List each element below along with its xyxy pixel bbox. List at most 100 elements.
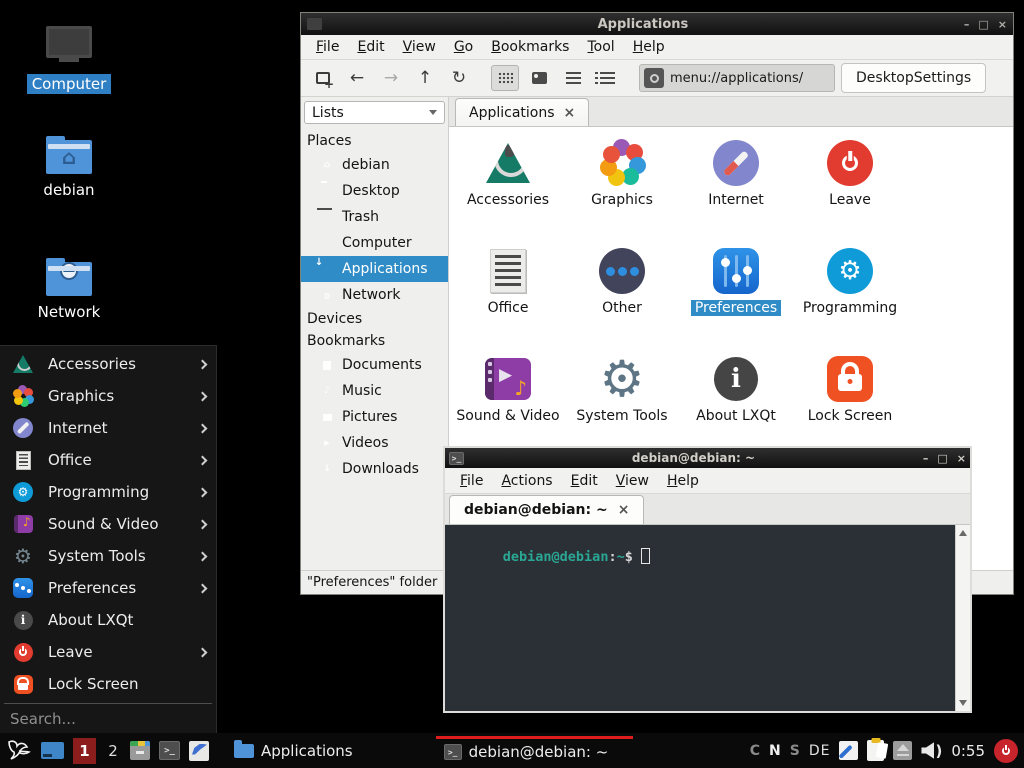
new-tab-button[interactable] bbox=[309, 65, 337, 91]
power-button[interactable] bbox=[994, 739, 1018, 763]
terminal-titlebar[interactable]: >_ debian@debian: ~ – □ × bbox=[445, 448, 970, 468]
menu-item-programming[interactable]: ⚙ Programming bbox=[0, 476, 216, 508]
menu-go[interactable]: Go bbox=[447, 36, 480, 58]
menu-item-system-tools[interactable]: ⚙ System Tools bbox=[0, 540, 216, 572]
menu-file[interactable]: File bbox=[453, 470, 490, 492]
sidebar-mode-dropdown[interactable]: Lists bbox=[304, 101, 445, 124]
sidebar-item-pictures[interactable]: Pictures bbox=[301, 404, 448, 430]
menu-item-about-lxqt[interactable]: i About LXQt bbox=[0, 604, 216, 636]
featherpad-launcher[interactable] bbox=[189, 741, 209, 761]
menu-view[interactable]: View bbox=[396, 36, 443, 58]
sidebar-item-debian[interactable]: ⌂ debian bbox=[301, 152, 448, 178]
removable-media-icon[interactable] bbox=[893, 741, 912, 760]
show-desktop-button[interactable] bbox=[41, 742, 64, 759]
menu-item-leave[interactable]: Leave bbox=[0, 636, 216, 668]
screenshot-tray-icon[interactable] bbox=[839, 741, 858, 760]
maximize-button[interactable]: □ bbox=[978, 18, 988, 31]
up-button[interactable]: ↑ bbox=[411, 65, 439, 91]
app-item-graphics[interactable]: Graphics bbox=[565, 131, 679, 239]
scroll-up-icon[interactable] bbox=[959, 530, 967, 536]
app-item-internet[interactable]: Internet bbox=[679, 131, 793, 239]
scroll-down-icon[interactable] bbox=[959, 700, 967, 706]
sidebar-item-documents[interactable]: Documents bbox=[301, 352, 448, 378]
menu-view[interactable]: View bbox=[609, 470, 656, 492]
menu-item-internet[interactable]: Internet bbox=[0, 412, 216, 444]
tab-applications[interactable]: Applications × bbox=[455, 98, 589, 126]
task-applications[interactable]: Applications bbox=[226, 736, 361, 765]
minimize-button[interactable]: – bbox=[923, 452, 929, 465]
submenu-arrow-icon bbox=[198, 423, 208, 433]
file-manager-launcher[interactable] bbox=[130, 741, 150, 760]
menu-edit[interactable]: Edit bbox=[564, 470, 605, 492]
menu-item-label: Programming bbox=[48, 483, 185, 501]
sidebar-item-downloads[interactable]: ↓ Downloads bbox=[301, 456, 448, 482]
app-item-office[interactable]: Office bbox=[451, 239, 565, 347]
forward-button[interactable]: → bbox=[377, 65, 405, 91]
sidebar-item-trash[interactable]: Trash bbox=[301, 204, 448, 230]
menu-item-office[interactable]: Office bbox=[0, 444, 216, 476]
tab-terminal[interactable]: debian@debian: ~ × bbox=[449, 495, 644, 524]
app-item-other[interactable]: Other bbox=[565, 239, 679, 347]
submenu-arrow-icon bbox=[198, 455, 208, 465]
app-item-leave[interactable]: Leave bbox=[793, 131, 907, 239]
app-item-label: Internet bbox=[708, 192, 764, 208]
app-item-lock-screen[interactable]: Lock Screen bbox=[793, 347, 907, 455]
workspace-2-button[interactable]: 2 bbox=[105, 742, 121, 760]
app-item-about-lxqt[interactable]: i About LXQt bbox=[679, 347, 793, 455]
sidebar-item-computer[interactable]: Computer bbox=[301, 230, 448, 256]
sidebar-item-network[interactable]: ◍ Network bbox=[301, 282, 448, 308]
menu-item-graphics[interactable]: Graphics bbox=[0, 380, 216, 412]
desktop-icon-network[interactable]: Network bbox=[14, 256, 124, 322]
desktop-settings-button[interactable]: DesktopSettings bbox=[841, 63, 986, 93]
menu-help[interactable]: Help bbox=[660, 470, 706, 492]
menu-edit[interactable]: Edit bbox=[350, 36, 391, 58]
menu-tool[interactable]: Tool bbox=[580, 36, 621, 58]
sidebar-item-applications[interactable]: ↓ Applications bbox=[301, 256, 448, 282]
desktop-icon-computer[interactable]: Computer bbox=[14, 26, 124, 94]
terminal-content[interactable]: debian@debian:~$ bbox=[445, 525, 970, 711]
address-bar[interactable]: menu://applications/ bbox=[639, 64, 835, 92]
terminal-launcher[interactable]: >_ bbox=[159, 741, 180, 760]
workspace-1-button[interactable]: 1 bbox=[73, 738, 96, 764]
sidebar-item-music[interactable]: ♪ Music bbox=[301, 378, 448, 404]
keyboard-layout-indicator[interactable]: DE bbox=[809, 743, 831, 759]
minimize-button[interactable]: – bbox=[964, 18, 970, 31]
tab-close-icon[interactable]: × bbox=[564, 105, 576, 121]
terminal-scrollbar[interactable] bbox=[955, 525, 970, 711]
sidebar-item-desktop[interactable]: Desktop bbox=[301, 178, 448, 204]
volume-icon[interactable]: ) bbox=[921, 742, 942, 760]
caps-lock-indicator: C bbox=[750, 743, 760, 759]
file-manager-titlebar[interactable]: Applications – □ × bbox=[301, 13, 1013, 35]
refresh-button[interactable]: ↻ bbox=[445, 65, 473, 91]
app-item-preferences[interactable]: Preferences bbox=[679, 239, 793, 347]
compact-view-button[interactable] bbox=[559, 65, 587, 91]
app-item-programming[interactable]: ⚙ Programming bbox=[793, 239, 907, 347]
refresh-icon: ↻ bbox=[452, 68, 466, 88]
tab-close-icon[interactable]: × bbox=[618, 502, 630, 518]
menu-help[interactable]: Help bbox=[626, 36, 672, 58]
icon-view-button[interactable] bbox=[491, 65, 519, 91]
app-item-accessories[interactable]: Accessories bbox=[451, 131, 565, 239]
desktop-icon-debian[interactable]: ⌂ debian bbox=[14, 140, 124, 200]
menu-item-preferences[interactable]: Preferences bbox=[0, 572, 216, 604]
menu-item-lock-screen[interactable]: Lock Screen bbox=[0, 668, 216, 700]
menu-item-accessories[interactable]: Accessories bbox=[0, 348, 216, 380]
close-button[interactable]: × bbox=[957, 452, 966, 465]
menu-file[interactable]: File bbox=[309, 36, 346, 58]
search-input[interactable] bbox=[0, 704, 216, 734]
maximize-button[interactable]: □ bbox=[937, 452, 947, 465]
clock[interactable]: 0:55 bbox=[951, 742, 985, 760]
app-item-sound-video[interactable]: ▶ ♪ Sound & Video bbox=[451, 347, 565, 455]
menu-item-sound-video[interactable]: ♪ Sound & Video bbox=[0, 508, 216, 540]
clipboard-tray-icon[interactable] bbox=[867, 740, 884, 761]
app-item-system-tools[interactable]: ⚙ System Tools bbox=[565, 347, 679, 455]
menu-actions[interactable]: Actions bbox=[494, 470, 559, 492]
sidebar-item-videos[interactable]: ▶ Videos bbox=[301, 430, 448, 456]
back-button[interactable]: ← bbox=[343, 65, 371, 91]
menu-bookmarks[interactable]: Bookmarks bbox=[484, 36, 576, 58]
detailed-view-button[interactable] bbox=[593, 65, 621, 91]
close-button[interactable]: × bbox=[998, 18, 1007, 31]
start-menu-button[interactable] bbox=[6, 739, 32, 763]
task-terminal[interactable]: >_ debian@debian: ~ bbox=[436, 736, 633, 765]
thumbnail-view-button[interactable] bbox=[525, 65, 553, 91]
